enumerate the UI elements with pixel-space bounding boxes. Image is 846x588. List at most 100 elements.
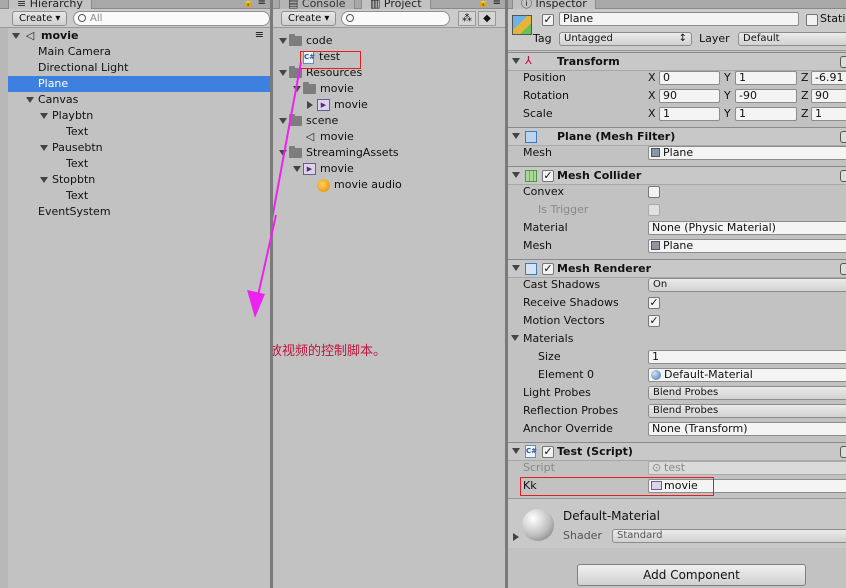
- materials-size-field[interactable]: 1: [648, 350, 846, 364]
- rotation-row: Rotation X 90 Y -90 Z 90: [508, 87, 846, 105]
- gear-icon[interactable]: [840, 446, 846, 458]
- scale-row: Scale X 1 Y 1 Z 1: [508, 105, 846, 123]
- receive-shadows-row: Receive Shadows ✓: [523, 296, 660, 309]
- search-icon: [78, 14, 86, 22]
- rotation-x-field[interactable]: 90: [659, 89, 720, 103]
- gear-icon[interactable]: [840, 56, 846, 68]
- scene-menu-icon[interactable]: ≡: [255, 27, 264, 43]
- expand-arrow-icon[interactable]: [512, 265, 520, 271]
- static-checkbox[interactable]: [806, 14, 818, 26]
- expand-arrow-icon[interactable]: [40, 145, 48, 151]
- tag-dropdown[interactable]: Untagged ↕: [559, 32, 692, 46]
- expand-arrow-icon[interactable]: [512, 58, 520, 64]
- layer-label: Layer: [699, 32, 730, 45]
- collider-mesh-row: Mesh Plane: [508, 237, 846, 255]
- convex-checkbox[interactable]: [648, 186, 660, 198]
- shader-dropdown[interactable]: Standard: [612, 529, 846, 543]
- materials-row[interactable]: Materials: [508, 330, 846, 348]
- is-trigger-checkbox: [648, 204, 660, 216]
- receive-shadows-checkbox[interactable]: ✓: [648, 297, 660, 309]
- position-z-field[interactable]: -6.91: [811, 71, 846, 85]
- hierarchy-item[interactable]: Pausebtn: [0, 140, 270, 156]
- expand-arrow-icon[interactable]: [511, 335, 519, 341]
- rotation-z-field[interactable]: 90: [811, 89, 846, 103]
- lock-icon[interactable]: 🔒: [243, 0, 254, 8]
- unity-scene-icon: ◁: [25, 29, 35, 42]
- anchor-override-field[interactable]: None (Transform): [648, 422, 846, 436]
- panel-menu-icon[interactable]: ≡: [258, 0, 266, 8]
- hierarchy-item[interactable]: Stopbtn: [0, 172, 270, 188]
- gear-icon[interactable]: [840, 263, 846, 275]
- collider-material-field[interactable]: None (Physic Material): [648, 221, 846, 235]
- mesh-filter-icon: [525, 131, 537, 143]
- material-section: Default-Material Shader Standard: [508, 498, 846, 548]
- position-y-field[interactable]: 1: [735, 71, 797, 85]
- cast-shadows-row: Cast Shadows On: [508, 276, 846, 294]
- mesh-filter-mesh-row: Mesh Plane: [508, 144, 846, 162]
- scale-y-field[interactable]: 1: [735, 107, 797, 121]
- hierarchy-item[interactable]: Playbtn: [0, 108, 270, 124]
- project-panel: ▤ Console ▥ Project 🔒 ≡ Create ▾ ⁂ ◆ cod…: [273, 0, 505, 588]
- hierarchy-item[interactable]: EventSystem: [0, 204, 270, 220]
- light-probes-dropdown[interactable]: Blend Probes: [648, 386, 846, 400]
- mesh-renderer-enabled-checkbox[interactable]: ✓: [542, 263, 554, 275]
- annotation-arrow-shaft: [273, 61, 302, 220]
- mesh-collider-enabled-checkbox[interactable]: ✓: [542, 170, 554, 182]
- rotation-y-field[interactable]: -90: [735, 89, 797, 103]
- scale-x-field[interactable]: 1: [659, 107, 720, 121]
- expand-arrow-icon[interactable]: [512, 172, 520, 178]
- hierarchy-search-input[interactable]: All: [73, 11, 270, 26]
- gameobject-cube-icon: [512, 15, 532, 35]
- material-name: Default-Material: [563, 509, 660, 523]
- cast-shadows-dropdown[interactable]: On: [648, 278, 846, 292]
- hierarchy-item[interactable]: Canvas: [0, 92, 270, 108]
- add-component-button[interactable]: Add Component: [577, 564, 806, 586]
- reflection-probes-dropdown[interactable]: Blend Probes: [648, 404, 846, 418]
- motion-vectors-checkbox[interactable]: ✓: [648, 315, 660, 327]
- scene-row-movie[interactable]: ◁ movie ≡: [0, 28, 270, 44]
- inspector-panel: ⓘ Inspector ✓ Plane Static Tag Untagged↕…: [508, 0, 846, 588]
- scene-label: movie: [41, 29, 79, 42]
- script-row: Script ⊙ test: [508, 459, 846, 477]
- expand-arrow-icon[interactable]: [12, 33, 20, 39]
- object-header: ✓ Plane Static Tag Untagged↕ Layer Defau…: [508, 9, 846, 51]
- hierarchy-item[interactable]: Text: [0, 124, 270, 140]
- collapse-arrow-icon[interactable]: [513, 533, 519, 541]
- hierarchy-item[interactable]: Directional Light: [0, 60, 270, 76]
- expand-arrow-icon[interactable]: [512, 133, 520, 139]
- object-name-field[interactable]: Plane: [559, 12, 799, 26]
- anchor-override-row: Anchor Override None (Transform): [508, 420, 846, 438]
- mesh-filter-mesh-field[interactable]: Plane: [648, 146, 846, 160]
- hierarchy-item[interactable]: Text: [0, 156, 270, 172]
- gear-icon[interactable]: [840, 170, 846, 182]
- tab-hierarchy[interactable]: ≡ Hierarchy: [8, 0, 92, 9]
- expand-arrow-icon[interactable]: [40, 177, 48, 183]
- position-row: Position X 0 Y 1 Z -6.91: [508, 69, 846, 87]
- scale-z-field[interactable]: 1: [811, 107, 846, 121]
- csharp-script-icon: C#: [525, 445, 537, 458]
- highlight-box-kk: [520, 477, 714, 496]
- materials-size-row: Size 1: [508, 348, 846, 366]
- active-checkbox[interactable]: ✓: [542, 14, 554, 26]
- gear-icon[interactable]: [840, 131, 846, 143]
- hierarchy-item[interactable]: Text: [0, 188, 270, 204]
- mesh-renderer-icon: [525, 263, 537, 275]
- position-x-field[interactable]: 0: [659, 71, 720, 85]
- hierarchy-create-button[interactable]: Create ▾: [12, 11, 68, 26]
- layer-dropdown[interactable]: Default: [738, 32, 846, 46]
- expand-arrow-icon[interactable]: [26, 97, 34, 103]
- annotation-text: 写个播放视频的控制脚本。: [273, 344, 387, 359]
- static-label: Static: [820, 12, 846, 25]
- hierarchy-item-selected[interactable]: Plane: [0, 76, 270, 92]
- element0-row: Element 0 Default-Material: [508, 366, 846, 384]
- hierarchy-item[interactable]: Main Camera: [0, 44, 270, 60]
- transform-icon: ⅄: [525, 54, 532, 67]
- material-preview-sphere: [522, 509, 554, 541]
- tab-inspector[interactable]: ⓘ Inspector: [512, 0, 596, 9]
- tag-label: Tag: [533, 32, 552, 45]
- element0-field[interactable]: Default-Material: [648, 368, 846, 382]
- collider-mesh-field[interactable]: Plane: [648, 239, 846, 253]
- expand-arrow-icon[interactable]: [40, 113, 48, 119]
- expand-arrow-icon[interactable]: [512, 448, 520, 454]
- test-script-enabled-checkbox[interactable]: ✓: [542, 446, 554, 458]
